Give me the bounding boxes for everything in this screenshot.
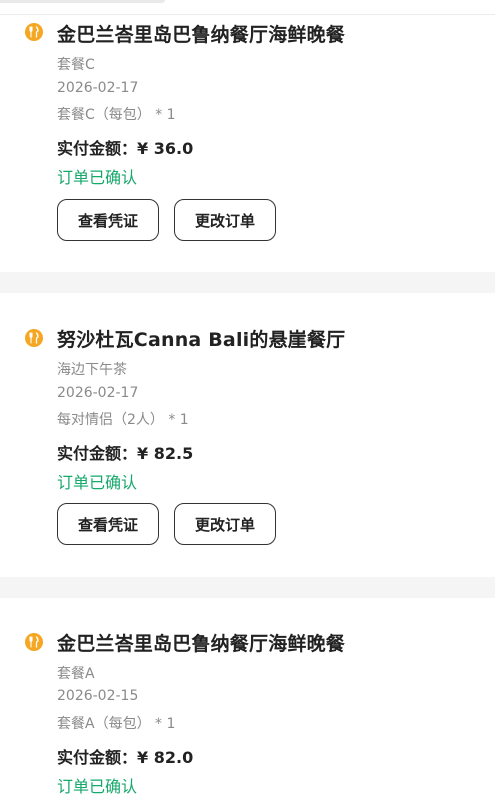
restaurant-name[interactable]: 努沙杜瓦Canna Bali的悬崖餐厅	[57, 325, 345, 352]
paid-amount: 实付金额：¥ 82.0	[57, 744, 193, 768]
paid-label: 实付金额：	[57, 139, 138, 158]
package-name: 套餐C	[57, 57, 95, 73]
package-spec: 套餐C（每包） * 1	[57, 107, 176, 123]
restaurant-name[interactable]: 金巴兰峇里岛巴鲁纳餐厅海鲜晚餐	[57, 20, 345, 47]
package-spec: 每对情侣（2人） * 1	[57, 412, 189, 428]
order-list: 金巴兰峇里岛巴鲁纳餐厅海鲜晚餐 套餐C 2026-02-17 套餐C（每包） *…	[0, 0, 495, 803]
package-name: 海边下午茶	[57, 362, 127, 378]
modify-order-button[interactable]: 更改订单	[174, 503, 276, 545]
paid-value: ¥ 82.5	[137, 444, 194, 463]
restaurant-icon	[25, 23, 43, 41]
restaurant-icon	[25, 633, 43, 651]
top-divider	[0, 14, 495, 15]
paid-value: ¥ 82.0	[137, 748, 194, 767]
order-date: 2026-02-15	[57, 688, 139, 704]
order-card: 金巴兰峇里岛巴鲁纳餐厅海鲜晚餐 套餐A 2026-02-15 套餐A（每包） *…	[0, 598, 495, 803]
restaurant-icon	[25, 329, 43, 347]
order-status: 订单已确认	[57, 168, 138, 187]
order-date: 2026-02-17	[57, 385, 139, 401]
order-card: 金巴兰峇里岛巴鲁纳餐厅海鲜晚餐 套餐C 2026-02-17 套餐C（每包） *…	[0, 0, 495, 272]
view-voucher-button[interactable]: 查看凭证	[57, 503, 159, 545]
paid-label: 实付金额：	[57, 444, 138, 463]
view-voucher-button[interactable]: 查看凭证	[57, 199, 159, 241]
paid-value: ¥ 36.0	[137, 139, 194, 158]
restaurant-name[interactable]: 金巴兰峇里岛巴鲁纳餐厅海鲜晚餐	[57, 629, 345, 656]
paid-amount: 实付金额：¥ 36.0	[57, 135, 193, 159]
order-status: 订单已确认	[57, 777, 138, 796]
paid-label: 实付金额：	[57, 748, 138, 767]
order-date: 2026-02-17	[57, 80, 139, 96]
package-name: 套餐A	[57, 666, 95, 682]
top-tab-edge	[0, 0, 165, 3]
order-status: 订单已确认	[57, 473, 138, 492]
order-card: 努沙杜瓦Canna Bali的悬崖餐厅 海边下午茶 2026-02-17 每对情…	[0, 293, 495, 577]
modify-order-button[interactable]: 更改订单	[174, 199, 276, 241]
paid-amount: 实付金额：¥ 82.5	[57, 440, 193, 464]
package-spec: 套餐A（每包） * 1	[57, 716, 176, 732]
